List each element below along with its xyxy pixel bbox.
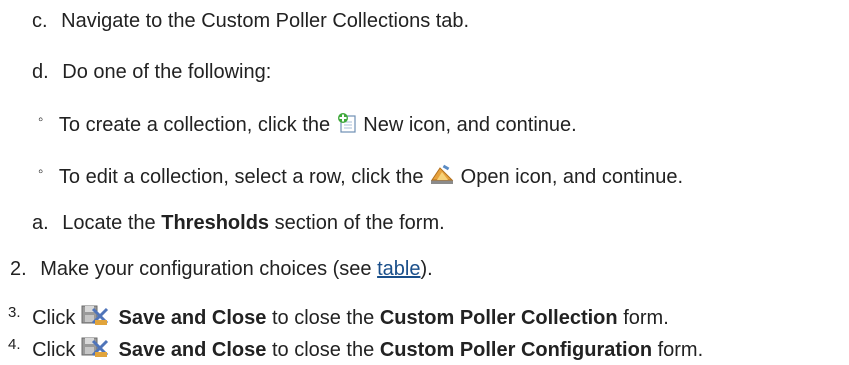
step-4-mid: to close the bbox=[271, 339, 375, 361]
step-4-click: Click bbox=[32, 339, 76, 361]
new-icon bbox=[336, 112, 358, 140]
option-edit-text-before: To edit a collection, select a row, clic… bbox=[58, 166, 424, 188]
save-and-close-icon bbox=[81, 303, 109, 333]
option-edit-bullet: ◦ bbox=[38, 163, 44, 180]
custom-poller-configuration-label: Custom Poller Configuration bbox=[379, 339, 653, 361]
step-c-marker: c. bbox=[32, 10, 48, 32]
thresholds-label: Thresholds bbox=[161, 212, 270, 234]
step-3: 3. Click Save and Close to close the Cus… bbox=[8, 303, 669, 333]
step-2: 2. Make your configuration choices (see … bbox=[10, 257, 433, 281]
step-4-marker: 4. bbox=[8, 336, 21, 353]
step-3-click: Click bbox=[32, 307, 76, 329]
custom-poller-collection-label: Custom Poller Collection bbox=[379, 307, 618, 329]
step-4: 4. Click Save and Close to close the Cus… bbox=[8, 335, 703, 365]
step-3-marker: 3. bbox=[8, 304, 21, 321]
option-create-text-before: To create a collection, click the bbox=[58, 114, 331, 136]
step-d: d. Do one of the following: bbox=[32, 60, 271, 84]
save-and-close-label: Save and Close bbox=[118, 307, 267, 329]
save-and-close-label: Save and Close bbox=[118, 339, 267, 361]
step-2-marker: 2. bbox=[10, 258, 27, 280]
step-4-end: form. bbox=[657, 339, 704, 361]
option-create: ◦ To create a collection, click the New … bbox=[38, 111, 577, 140]
save-and-close-icon bbox=[81, 335, 109, 365]
step-3-mid: to close the bbox=[271, 307, 375, 329]
step-2-text-before: Make your configuration choices (see bbox=[40, 258, 372, 280]
step-c: c. Navigate to the Custom Poller Collect… bbox=[32, 9, 469, 33]
table-link[interactable]: table bbox=[377, 258, 420, 280]
step-a-marker: a. bbox=[32, 212, 49, 234]
option-create-bullet: ◦ bbox=[38, 111, 44, 128]
step-a-text-before: Locate the bbox=[62, 212, 156, 234]
step-d-text: Do one of the following: bbox=[62, 61, 272, 83]
step-2-text-after: ). bbox=[420, 258, 433, 280]
step-d-marker: d. bbox=[32, 61, 49, 83]
option-edit: ◦ To edit a collection, select a row, cl… bbox=[38, 163, 684, 192]
step-a: a. Locate the Thresholds section of the … bbox=[32, 211, 445, 235]
option-create-text-after: New icon, and continue. bbox=[363, 114, 577, 136]
option-edit-text-after: Open icon, and continue. bbox=[460, 166, 684, 188]
step-a-text-after: section of the form. bbox=[274, 212, 445, 234]
step-3-end: form. bbox=[623, 307, 669, 329]
open-icon bbox=[429, 164, 455, 192]
step-c-text: Navigate to the Custom Poller Collection… bbox=[61, 10, 470, 32]
